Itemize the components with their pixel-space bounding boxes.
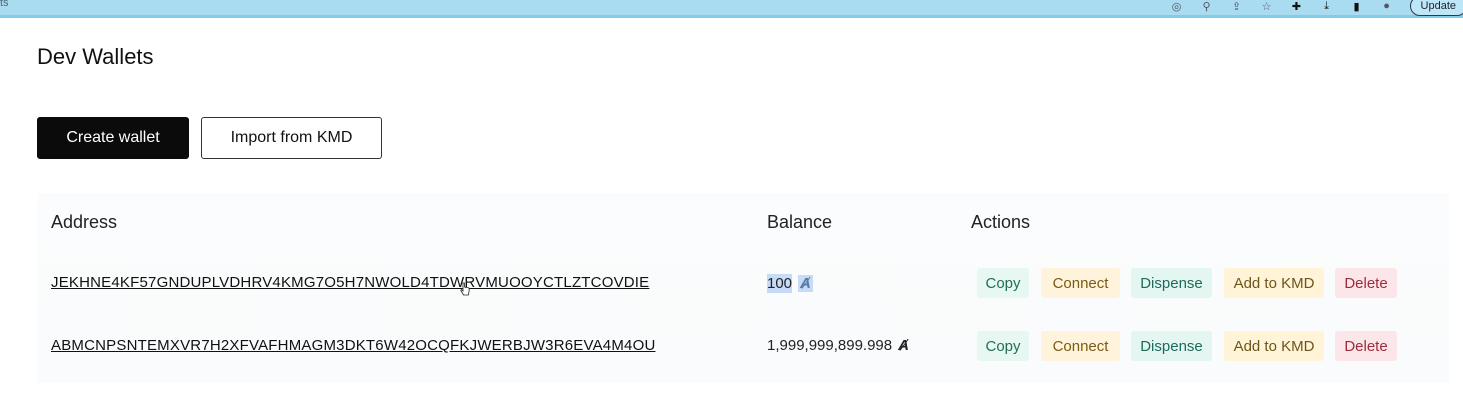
column-header-address: Address xyxy=(51,212,118,232)
dispense-button[interactable]: Dispense xyxy=(1131,331,1212,361)
balance-value: 1,999,999,899.998 xyxy=(767,337,893,354)
download-icon[interactable]: ⤓ xyxy=(1320,0,1334,13)
delete-button[interactable]: Delete xyxy=(1335,268,1397,298)
zoom-icon[interactable]: ⚲ xyxy=(1200,0,1214,13)
browser-toolbar: ts ◎ ⚲ ⇪ ☆ ✚ ⤓ ▮ ● Update xyxy=(0,0,1463,18)
create-wallet-button[interactable]: Create wallet xyxy=(37,117,189,159)
extensions-puzzle-icon[interactable]: ✚ xyxy=(1290,0,1304,13)
wallet-balance: 100 Ⱥ xyxy=(767,274,813,293)
add-to-kmd-button[interactable]: Add to KMD xyxy=(1224,268,1324,298)
bookmark-star-icon[interactable]: ☆ xyxy=(1260,0,1274,13)
dispense-button[interactable]: Dispense xyxy=(1131,268,1212,298)
algo-currency-icon: Ⱥ xyxy=(898,337,909,354)
page-title: Dev Wallets xyxy=(37,44,154,69)
sidepanel-icon[interactable]: ▮ xyxy=(1350,0,1364,13)
algo-currency-icon: Ⱥ xyxy=(798,275,813,292)
wallet-balance: 1,999,999,899.998 Ⱥ xyxy=(767,337,909,354)
import-from-kmd-button[interactable]: Import from KMD xyxy=(201,117,382,159)
browser-tab-text: ts xyxy=(0,0,9,9)
wallet-address-link[interactable]: ABMCNPSNTEMXVR7H2XFVAFHMAGM3DKT6W42OCQFK… xyxy=(51,337,655,354)
delete-button[interactable]: Delete xyxy=(1335,331,1397,361)
connect-button[interactable]: Connect xyxy=(1041,331,1120,361)
profile-icon[interactable]: ● xyxy=(1380,0,1394,13)
hand-cursor-icon xyxy=(460,282,470,296)
copy-button[interactable]: Copy xyxy=(977,268,1029,298)
copy-button[interactable]: Copy xyxy=(977,331,1029,361)
connect-button[interactable]: Connect xyxy=(1041,268,1120,298)
wallet-address-link[interactable]: JEKHNE4KF57GNDUPLVDHRV4KMG7O5H7NWOLD4TDW… xyxy=(51,274,649,291)
browser-icons: ◎ ⚲ ⇪ ☆ ✚ ⤓ ▮ ● Update xyxy=(1170,0,1463,16)
column-header-balance: Balance xyxy=(767,212,833,232)
column-header-actions: Actions xyxy=(971,212,1031,232)
share-icon[interactable]: ⇪ xyxy=(1230,0,1244,13)
balance-value: 100 xyxy=(767,274,793,293)
google-lens-icon[interactable]: ◎ xyxy=(1170,0,1184,13)
add-to-kmd-button[interactable]: Add to KMD xyxy=(1224,331,1324,361)
update-button[interactable]: Update xyxy=(1409,0,1463,16)
